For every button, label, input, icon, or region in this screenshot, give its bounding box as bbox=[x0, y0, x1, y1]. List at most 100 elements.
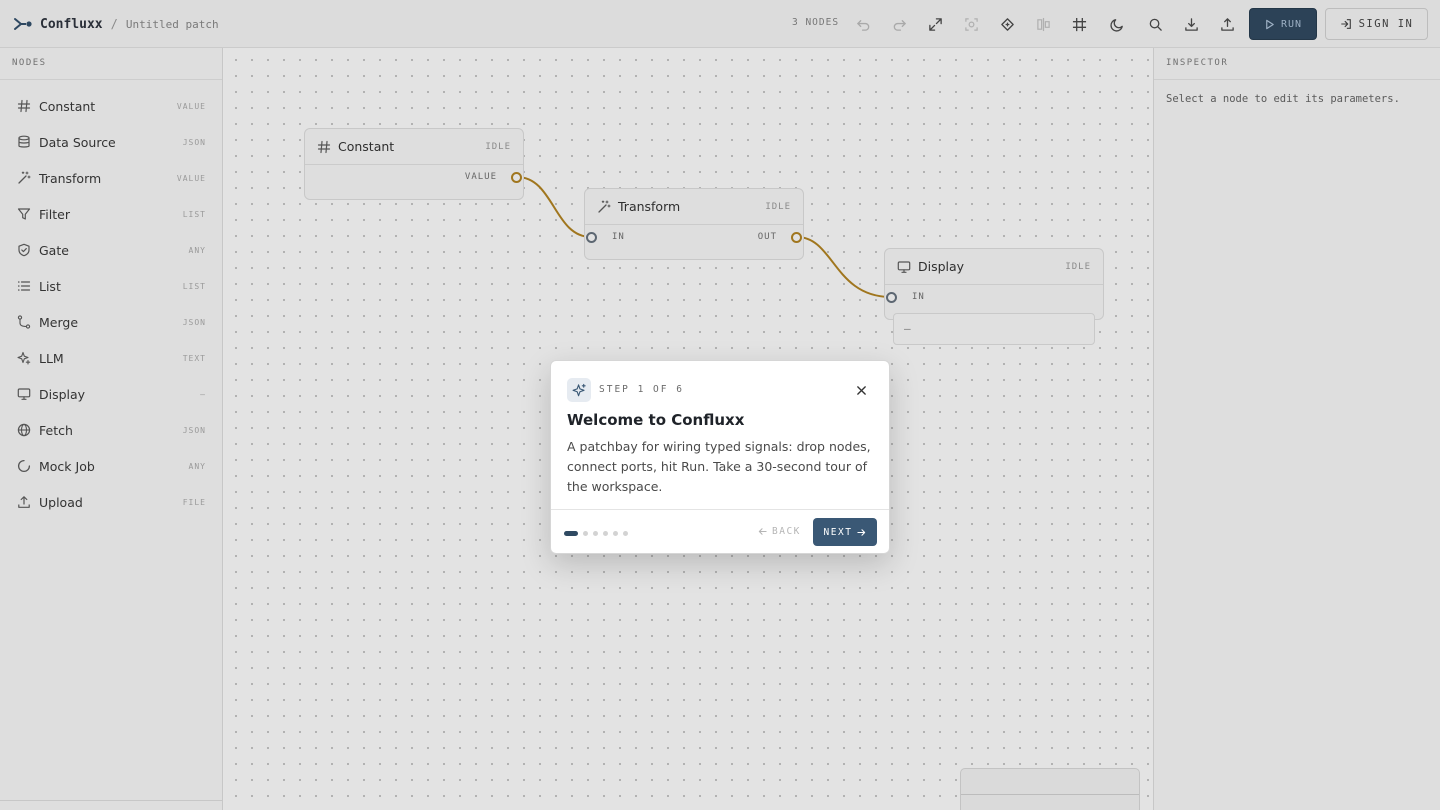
undo-icon[interactable] bbox=[851, 12, 875, 36]
wand-icon bbox=[18, 171, 31, 184]
align-icon[interactable] bbox=[1031, 12, 1055, 36]
breadcrumb-separator: / bbox=[110, 17, 118, 31]
display-output: — bbox=[893, 313, 1095, 345]
palette-item-type: JSON bbox=[182, 317, 206, 327]
focus-icon[interactable] bbox=[959, 12, 983, 36]
palette-item-gate[interactable]: Gate ANY bbox=[0, 232, 222, 268]
list-icon bbox=[18, 281, 31, 291]
file-name[interactable]: Untitled patch bbox=[126, 18, 219, 31]
inspector-title: INSPECTOR bbox=[1154, 48, 1440, 80]
minimap-divider bbox=[961, 794, 1139, 795]
tour-footer: BACK NEXT bbox=[551, 509, 889, 554]
wire-transform-to-display bbox=[796, 236, 892, 298]
output-port[interactable] bbox=[511, 172, 522, 183]
node-title: Display bbox=[918, 259, 965, 274]
port-label-in: IN bbox=[912, 292, 925, 302]
next-label: NEXT bbox=[823, 526, 853, 538]
tour-title: Welcome to Confluxx bbox=[567, 411, 745, 429]
node-constant[interactable]: Constant IDLE VALUE bbox=[304, 128, 524, 200]
redo-icon[interactable] bbox=[887, 12, 911, 36]
palette-item-label: Fetch bbox=[39, 422, 73, 438]
close-icon[interactable] bbox=[851, 380, 871, 400]
output-port[interactable] bbox=[791, 232, 802, 243]
hash-icon bbox=[17, 99, 31, 113]
back-label: BACK bbox=[772, 526, 801, 537]
palette-item-type: JSON bbox=[182, 137, 206, 147]
progress-dot bbox=[583, 531, 588, 536]
node-header[interactable]: Transform IDLE bbox=[585, 189, 803, 225]
sign-in-button[interactable]: SIGN IN bbox=[1325, 8, 1428, 40]
palette-item-filter[interactable]: Filter LIST bbox=[0, 196, 222, 232]
node-title: Constant bbox=[338, 139, 395, 154]
inspector-panel: INSPECTOR Select a node to edit its para… bbox=[1153, 48, 1440, 810]
palette-title: NODES bbox=[0, 48, 222, 80]
palette-item-upload[interactable]: Upload FILE bbox=[0, 484, 222, 520]
palette-item-type: FILE bbox=[182, 497, 206, 507]
play-icon bbox=[1266, 19, 1274, 29]
app-title: Confluxx bbox=[40, 16, 103, 32]
share-icon[interactable] bbox=[1215, 12, 1239, 36]
brand[interactable]: Confluxx / Untitled patch bbox=[12, 13, 219, 35]
upload-icon bbox=[18, 496, 30, 508]
palette-item-label: Upload bbox=[39, 494, 83, 510]
node-count: 3 NODES bbox=[792, 17, 840, 28]
palette-item-label: Merge bbox=[39, 314, 79, 330]
arrow-left-icon bbox=[758, 528, 767, 535]
palette-item-fetch[interactable]: Fetch JSON bbox=[0, 412, 222, 448]
palette-item-label: Display bbox=[39, 386, 86, 402]
palette-item-label: List bbox=[39, 278, 61, 294]
palette-item-constant[interactable]: Constant VALUE bbox=[0, 88, 222, 124]
palette-item-label: Constant bbox=[39, 98, 96, 114]
progress-dot bbox=[613, 531, 618, 536]
palette-item-llm[interactable]: LLM TEXT bbox=[0, 340, 222, 376]
monitor-icon bbox=[897, 260, 911, 273]
next-button[interactable]: NEXT bbox=[813, 518, 877, 546]
progress-dot bbox=[593, 531, 598, 536]
database-icon bbox=[18, 135, 30, 148]
globe-icon bbox=[17, 423, 31, 437]
tour-step-indicator: STEP 1 OF 6 bbox=[599, 384, 684, 395]
palette-item-transform[interactable]: Transform VALUE bbox=[0, 160, 222, 196]
download-icon[interactable] bbox=[1179, 12, 1203, 36]
moon-icon[interactable] bbox=[1105, 12, 1129, 36]
progress-dot bbox=[603, 531, 608, 536]
run-button[interactable]: RUN bbox=[1249, 8, 1317, 40]
inspector-hint: Select a node to edit its parameters. bbox=[1166, 93, 1400, 105]
palette-item-type: ANY bbox=[188, 245, 206, 255]
node-list: Constant VALUE Data Source JSON Transfor… bbox=[0, 80, 222, 520]
minimap[interactable] bbox=[960, 768, 1140, 810]
input-port[interactable] bbox=[586, 232, 597, 243]
monitor-icon bbox=[17, 388, 31, 400]
progress-dot bbox=[623, 531, 628, 536]
port-label-value: VALUE bbox=[464, 172, 497, 182]
magic-layout-icon[interactable] bbox=[995, 12, 1019, 36]
wand-icon bbox=[598, 199, 611, 213]
expand-icon[interactable] bbox=[923, 12, 947, 36]
node-transform[interactable]: Transform IDLE IN OUT bbox=[584, 188, 804, 260]
node-status: IDLE bbox=[765, 201, 791, 212]
merge-icon bbox=[17, 315, 31, 329]
top-bar: Confluxx / Untitled patch 3 NODES RUN SI… bbox=[0, 0, 1440, 48]
palette-item-data-source[interactable]: Data Source JSON bbox=[0, 124, 222, 160]
palette-item-label: Filter bbox=[39, 206, 70, 222]
palette-item-label: Data Source bbox=[39, 134, 116, 150]
palette-item-type: LIST bbox=[182, 281, 206, 291]
palette-item-mock-job[interactable]: Mock Job ANY bbox=[0, 448, 222, 484]
node-title: Transform bbox=[618, 199, 681, 214]
palette-item-display[interactable]: Display — bbox=[0, 376, 222, 412]
search-icon[interactable] bbox=[1143, 12, 1167, 36]
palette-item-list[interactable]: List LIST bbox=[0, 268, 222, 304]
sparkle-icon bbox=[567, 378, 591, 402]
node-header[interactable]: Constant IDLE bbox=[305, 129, 523, 165]
back-button[interactable]: BACK bbox=[758, 526, 801, 537]
palette-item-type: VALUE bbox=[176, 173, 206, 183]
grid-icon[interactable] bbox=[1067, 12, 1091, 36]
node-display[interactable]: Display IDLE IN bbox=[884, 248, 1104, 320]
palette-item-label: Mock Job bbox=[39, 458, 95, 474]
node-header[interactable]: Display IDLE bbox=[885, 249, 1103, 285]
palette-item-merge[interactable]: Merge JSON bbox=[0, 304, 222, 340]
input-port[interactable] bbox=[886, 292, 897, 303]
palette-item-type: VALUE bbox=[176, 101, 206, 111]
tour-body: A patchbay for wiring typed signals: dro… bbox=[567, 439, 871, 494]
node-status: IDLE bbox=[485, 141, 511, 152]
